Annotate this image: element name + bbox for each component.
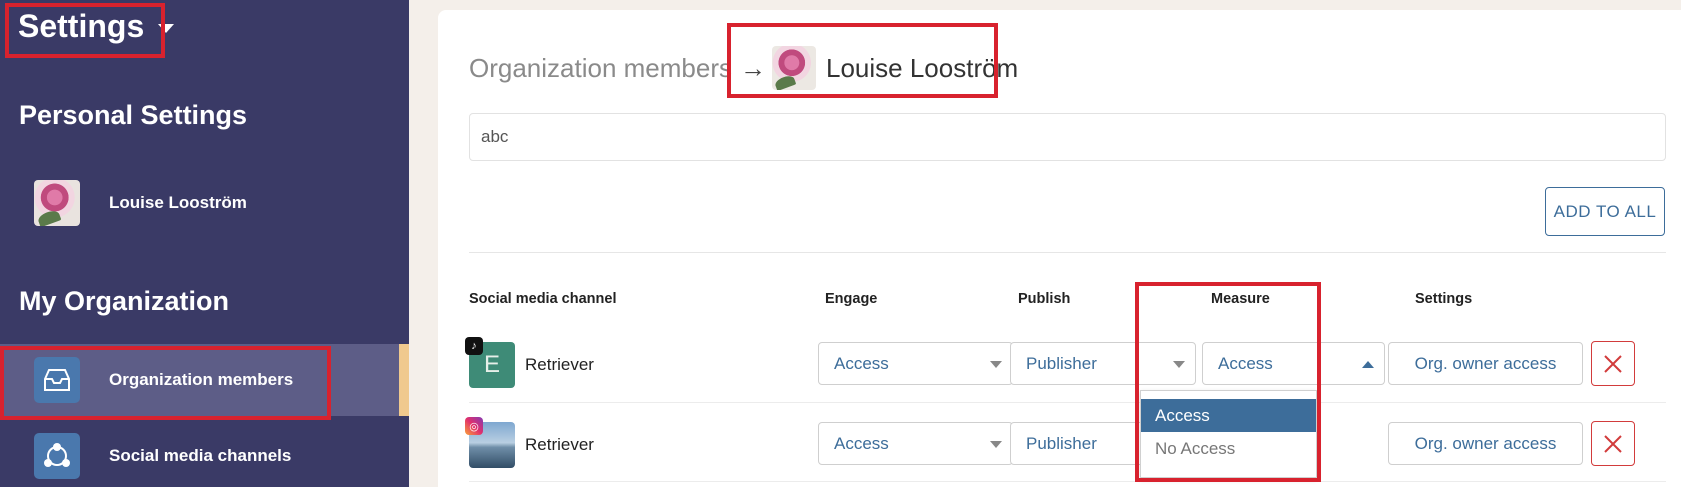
settings-access-button[interactable]: Org. owner access (1388, 342, 1583, 385)
button-label: Org. owner access (1414, 433, 1557, 453)
column-header-publish: Publish (1018, 291, 1071, 307)
button-label: Org. owner access (1414, 353, 1557, 373)
chevron-down-icon (1173, 361, 1185, 368)
measure-dropdown-menu: Access No Access (1140, 390, 1317, 478)
select-value: Access (834, 433, 889, 453)
engage-select[interactable]: Access (818, 422, 1013, 465)
delete-button[interactable] (1591, 421, 1635, 466)
select-value: Access (834, 353, 889, 373)
column-header-measure: Measure (1211, 291, 1270, 307)
breadcrumb-current: Louise Looström (826, 52, 1019, 83)
settings-access-button[interactable]: Org. owner access (1388, 422, 1583, 465)
instagram-icon: ◎ (465, 417, 483, 435)
sidebar-item-label: Organization members (109, 370, 294, 389)
avatar (772, 46, 816, 90)
column-header-channel: Social media channel (469, 291, 617, 307)
user-name: Louise Looström (109, 193, 247, 212)
dropdown-option-access[interactable]: Access (1141, 399, 1316, 432)
chevron-up-icon (1362, 361, 1374, 368)
measure-select[interactable]: Access (1202, 342, 1385, 385)
avatar (34, 180, 80, 226)
delete-button[interactable] (1591, 341, 1635, 386)
sidebar-user[interactable]: Louise Looström (34, 180, 247, 226)
divider (469, 252, 1666, 253)
avatar-letter: E (483, 351, 500, 378)
close-icon (1604, 434, 1622, 453)
channel-name: Retriever (525, 435, 594, 454)
share-icon (34, 433, 80, 479)
settings-menu[interactable]: Settings (18, 8, 175, 45)
divider (469, 402, 1666, 403)
divider (469, 481, 1666, 482)
my-organization-heading: My Organization (19, 286, 230, 316)
sidebar: Settings Personal Settings Louise Loostr… (0, 0, 409, 487)
sidebar-item-organization-members[interactable]: Organization members (0, 344, 409, 416)
column-header-settings: Settings (1415, 291, 1473, 307)
personal-settings-heading: Personal Settings (19, 100, 248, 130)
engage-select[interactable]: Access (818, 342, 1013, 385)
chevron-down-icon (990, 441, 1002, 448)
main-panel: Organization members → Louise Looström A… (438, 10, 1681, 487)
publish-select[interactable]: Publisher (1010, 342, 1196, 385)
add-to-all-button[interactable]: ADD TO ALL (1545, 187, 1665, 236)
chevron-down-icon (990, 361, 1002, 368)
table-row: ◎ Retriever Access Publisher Org. owner … (465, 410, 1666, 482)
select-value: Access (1218, 353, 1273, 373)
sidebar-item-social-media-channels[interactable]: Social media channels (0, 420, 409, 487)
breadcrumb: Organization members → Louise Looström (469, 46, 1018, 90)
table-row: E ♪ Retriever Access Publisher Access Or… (465, 330, 1666, 402)
settings-title: Settings (18, 8, 145, 44)
tiktok-icon: ♪ (465, 337, 483, 355)
column-header-engage: Engage (825, 291, 878, 307)
inbox-icon (34, 357, 80, 403)
select-value: Publisher (1026, 433, 1097, 453)
dropdown-option-no-access[interactable]: No Access (1141, 432, 1316, 465)
caret-down-icon (158, 24, 175, 33)
arrow-right-icon: → (740, 52, 766, 83)
select-value: Publisher (1026, 353, 1097, 373)
channel-name: Retriever (525, 355, 594, 374)
breadcrumb-parent-link[interactable]: Organization members (469, 53, 732, 84)
sidebar-item-label: Social media channels (109, 446, 292, 465)
close-icon (1604, 354, 1622, 373)
search-input[interactable] (469, 113, 1666, 161)
